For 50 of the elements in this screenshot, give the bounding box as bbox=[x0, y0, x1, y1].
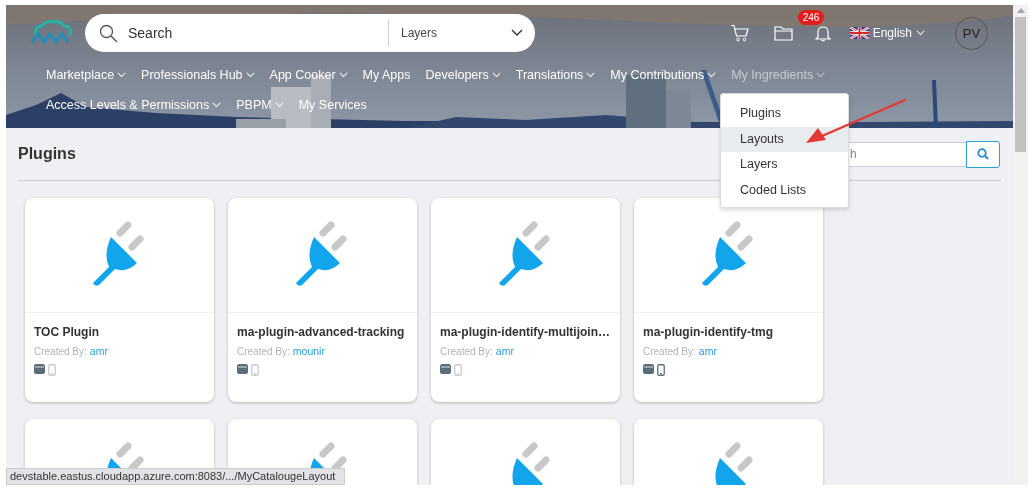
url-tooltip: devstable.eastus.cloudapp.azure.com:8083/.../MyCatalougeLayout bbox=[6, 468, 345, 485]
card-title: TOC Plugin bbox=[34, 325, 101, 339]
author-link[interactable]: amr bbox=[698, 345, 717, 357]
search-bar[interactable]: Search Layers bbox=[85, 14, 535, 52]
bell-icon[interactable] bbox=[814, 24, 831, 42]
search-icon bbox=[99, 23, 118, 43]
language-selector[interactable]: English bbox=[849, 26, 925, 40]
caret-icon bbox=[511, 29, 523, 37]
plugin-card[interactable]: ma-plugin-identify-multijoin… Created By: amr bbox=[431, 198, 620, 402]
nav-menu-item[interactable]: My Contributions bbox=[604, 68, 723, 82]
search-icon bbox=[977, 148, 989, 160]
search-placeholder: Search bbox=[128, 25, 174, 41]
created-by-label: Created By: bbox=[643, 346, 696, 357]
menu-item[interactable]: Coded Lists bbox=[721, 177, 848, 203]
logo-icon[interactable] bbox=[30, 20, 72, 46]
scrollbar[interactable] bbox=[1013, 5, 1028, 485]
author-link[interactable]: amr bbox=[89, 345, 108, 357]
folder-icon[interactable] bbox=[773, 25, 793, 41]
nav-menu-item[interactable]: My Ingredients bbox=[725, 68, 832, 82]
caret-icon bbox=[916, 30, 925, 36]
cart-icon[interactable] bbox=[729, 24, 750, 42]
plugin-card[interactable]: TOC Plugin Created By: amr bbox=[25, 198, 214, 402]
nav-menu-item[interactable]: My Apps bbox=[356, 68, 417, 82]
nav-menu-item[interactable]: My Services bbox=[292, 98, 373, 112]
card-title: ma-plugin-identify-tmg bbox=[643, 325, 774, 339]
created-by-label: Created By: bbox=[34, 346, 87, 357]
scroll-up-icon[interactable] bbox=[1016, 8, 1025, 13]
menu-item[interactable]: Layers bbox=[721, 152, 848, 178]
menu-item[interactable]: Plugins bbox=[721, 101, 848, 127]
author-link[interactable]: mounir bbox=[292, 345, 325, 357]
scope-value: Layers bbox=[401, 26, 438, 40]
scrollbar-thumb[interactable] bbox=[1015, 17, 1026, 152]
nav-menu-item[interactable]: PBPM bbox=[230, 98, 290, 112]
created-by-label: Created By: bbox=[237, 346, 290, 357]
nav-menu-item[interactable]: Developers bbox=[419, 68, 507, 82]
search-button[interactable] bbox=[966, 140, 1000, 168]
nav-menu-item[interactable]: Translations bbox=[509, 68, 602, 82]
page-title: Plugins bbox=[18, 145, 76, 163]
card-title: ma-plugin-advanced-tracking bbox=[237, 325, 406, 339]
nav-menu-item[interactable]: Professionals Hub bbox=[135, 68, 261, 82]
plugin-card[interactable]: ma-plugin-advanced-tracking Created By: mounir bbox=[228, 198, 417, 402]
nav-menu-item[interactable]: Marketplace bbox=[40, 68, 133, 82]
card-title: ma-plugin-identify-multijoin… bbox=[440, 325, 611, 339]
search-field[interactable]: h bbox=[848, 141, 966, 167]
plugin-card[interactable]: ma-plugin-identify-tmg Created By: amr bbox=[634, 198, 823, 402]
author-link[interactable]: amr bbox=[495, 345, 514, 357]
scope-dropdown[interactable]: Layers bbox=[401, 26, 523, 40]
created-by-label: Created By: bbox=[440, 346, 493, 357]
nav-menu-item[interactable]: App Cooker bbox=[263, 68, 354, 82]
nav-menu-item[interactable]: Access Levels & Permissions bbox=[40, 98, 228, 112]
